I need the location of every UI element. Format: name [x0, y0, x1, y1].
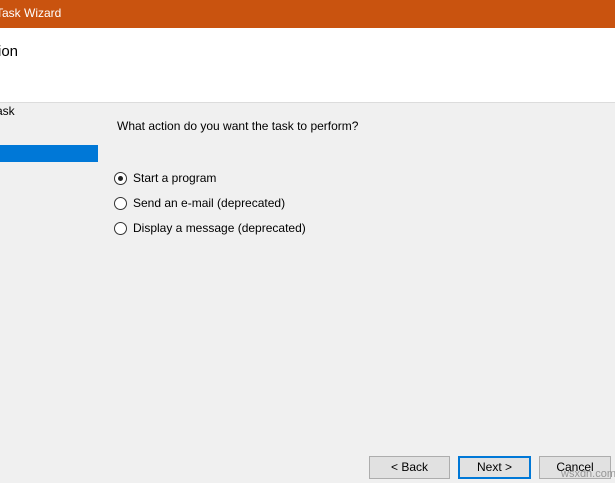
wizard-header: ion: [0, 28, 615, 102]
nav-item-action-selected[interactable]: [0, 145, 98, 162]
radio-button[interactable]: [114, 197, 127, 210]
window-title: Task Wizard: [0, 6, 62, 20]
wizard-step-nav: Task: [0, 103, 100, 483]
action-question: What action do you want the task to perf…: [117, 119, 359, 133]
radio-label[interactable]: Send an e-mail (deprecated): [133, 196, 285, 210]
page-title: ion: [0, 43, 19, 60]
next-button[interactable]: Next >: [458, 456, 531, 479]
radio-label[interactable]: Display a message (deprecated): [133, 221, 306, 235]
watermark: wsxdn.com: [561, 468, 615, 480]
radio-dot: [118, 176, 123, 181]
radio-button[interactable]: [114, 222, 127, 235]
radio-button-checked[interactable]: [114, 172, 127, 185]
back-button[interactable]: < Back: [369, 456, 450, 479]
title-bar[interactable]: Task Wizard: [0, 0, 615, 28]
nav-item-task[interactable]: Task: [0, 103, 98, 119]
nav-item-label: Task: [0, 104, 15, 118]
radio-label[interactable]: Start a program: [133, 171, 216, 185]
